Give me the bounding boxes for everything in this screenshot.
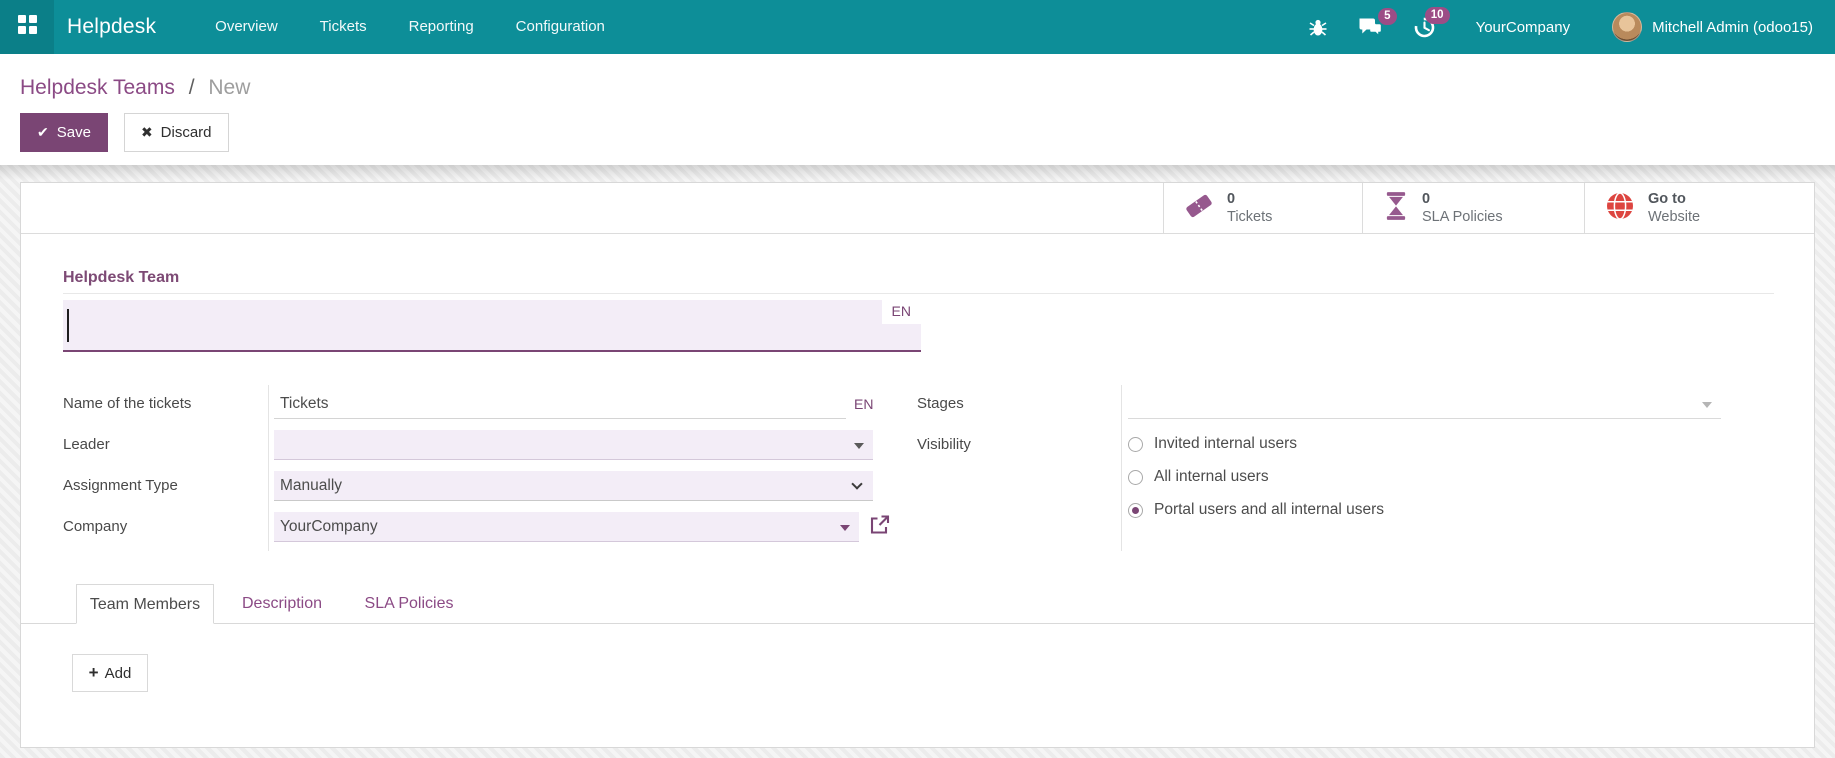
apps-grid-icon <box>18 15 37 39</box>
team-name-input[interactable]: EN <box>63 300 921 352</box>
radio-label: Invited internal users <box>1154 435 1297 453</box>
top-navbar: Helpdesk Overview Tickets Reporting Conf… <box>0 0 1835 54</box>
messages-count-badge: 5 <box>1378 8 1396 26</box>
stat-button-box: 0 Tickets 0 SLA Policies <box>21 183 1814 234</box>
tickets-name-value: Tickets <box>274 395 329 412</box>
tickets-stat-label: Tickets <box>1227 208 1272 226</box>
tab-team-members[interactable]: Team Members <box>76 584 214 624</box>
chevron-down-icon <box>1702 402 1712 408</box>
globe-icon <box>1605 191 1635 226</box>
hourglass-icon <box>1383 191 1409 226</box>
sla-stat-label: SLA Policies <box>1422 208 1503 226</box>
stages-value <box>1128 395 1134 412</box>
chevron-down-icon <box>840 525 850 531</box>
control-panel: Helpdesk Teams / New ✔ Save ✖ Discard <box>0 54 1835 165</box>
breadcrumb-current: New <box>208 76 250 99</box>
menu-tickets[interactable]: Tickets <box>299 0 388 54</box>
navbar-right: 5 10 YourCompany Mitchell Admin (odoo15) <box>1278 12 1835 42</box>
tickets-count: 0 <box>1227 190 1272 208</box>
field-label-visibility: Visibility <box>917 430 1112 460</box>
company-value: YourCompany <box>274 518 378 535</box>
company-switcher[interactable]: YourCompany <box>1476 19 1571 36</box>
label-divider <box>63 293 1774 294</box>
select-chevron-icon <box>851 478 862 489</box>
assignment-type-select[interactable]: Manually <box>274 471 873 501</box>
stat-button-sla-policies[interactable]: 0 SLA Policies <box>1362 183 1584 233</box>
field-label-leader: Leader <box>63 430 263 460</box>
radio-invited-internal-users[interactable]: Invited internal users <box>1128 430 1297 458</box>
tab-sla-policies[interactable]: SLA Policies <box>359 584 459 624</box>
breadcrumb-helpdesk-teams[interactable]: Helpdesk Teams <box>20 76 175 99</box>
field-label-tickets-name: Name of the tickets <box>63 389 263 419</box>
close-icon: ✖ <box>141 124 153 141</box>
company-field[interactable]: YourCompany <box>274 512 859 542</box>
save-button[interactable]: ✔ Save <box>20 113 108 152</box>
translation-badge[interactable]: EN <box>882 300 921 324</box>
stat-button-tickets[interactable]: 0 Tickets <box>1163 183 1362 233</box>
label-column-rule <box>268 385 269 551</box>
activities-count-badge: 10 <box>1425 7 1450 25</box>
radio-label: Portal users and all internal users <box>1154 501 1384 519</box>
user-avatar <box>1612 12 1642 42</box>
leader-value <box>274 436 280 453</box>
user-menu[interactable]: Mitchell Admin (odoo15) <box>1612 12 1813 42</box>
check-icon: ✔ <box>37 124 49 141</box>
tickets-name-translation-badge[interactable]: EN <box>854 389 873 419</box>
leader-field[interactable] <box>274 430 873 460</box>
save-button-label: Save <box>57 124 91 141</box>
discard-button[interactable]: ✖ Discard <box>124 113 229 152</box>
messages-icon[interactable]: 5 <box>1358 17 1383 38</box>
field-label-company: Company <box>63 512 263 542</box>
plus-icon: + <box>89 663 99 683</box>
add-button-label: Add <box>105 665 132 682</box>
menu-reporting[interactable]: Reporting <box>388 0 495 54</box>
radio-all-internal-users[interactable]: All internal users <box>1128 463 1269 491</box>
tickets-name-field[interactable]: Tickets <box>274 389 846 419</box>
discard-button-label: Discard <box>161 124 212 141</box>
chevron-down-icon <box>854 443 864 449</box>
form-view-background: 0 Tickets 0 SLA Policies <box>0 165 1835 758</box>
radio-circle-icon <box>1128 437 1143 452</box>
radio-portal-and-internal-users[interactable]: Portal users and all internal users <box>1128 496 1384 524</box>
stages-field[interactable] <box>1128 389 1721 419</box>
field-label-stages: Stages <box>917 389 1112 419</box>
radio-circle-icon <box>1128 470 1143 485</box>
menu-configuration[interactable]: Configuration <box>495 0 626 54</box>
assignment-type-value: Manually <box>274 477 342 494</box>
website-stat-line1: Go to <box>1648 190 1700 208</box>
menu-overview[interactable]: Overview <box>194 0 299 54</box>
radio-circle-icon <box>1128 503 1143 518</box>
app-title[interactable]: Helpdesk <box>67 15 156 39</box>
sla-count: 0 <box>1422 190 1503 208</box>
field-label-assignment-type: Assignment Type <box>63 471 263 501</box>
stat-button-go-to-website[interactable]: Go to Website <box>1584 183 1814 233</box>
apps-menu-button[interactable] <box>0 0 54 54</box>
label-column-rule <box>1121 385 1122 551</box>
user-name: Mitchell Admin (odoo15) <box>1652 19 1813 36</box>
radio-label: All internal users <box>1154 468 1269 486</box>
external-link-icon[interactable] <box>869 514 890 540</box>
form-sheet: 0 Tickets 0 SLA Policies <box>20 182 1815 748</box>
activities-clock-icon[interactable]: 10 <box>1413 16 1436 39</box>
add-team-member-button[interactable]: + Add <box>72 654 148 692</box>
text-cursor <box>67 309 69 342</box>
control-panel-buttons: ✔ Save ✖ Discard <box>20 113 229 152</box>
main-menu: Overview Tickets Reporting Configuration <box>194 0 626 54</box>
breadcrumb: Helpdesk Teams / New <box>20 76 250 100</box>
ticket-icon <box>1184 191 1214 226</box>
odoo-window: Helpdesk Overview Tickets Reporting Conf… <box>0 0 1835 758</box>
breadcrumb-separator: / <box>189 76 195 99</box>
website-stat-line2: Website <box>1648 208 1700 226</box>
tab-description[interactable]: Description <box>238 584 326 624</box>
debug-bug-icon[interactable] <box>1308 17 1328 37</box>
team-name-label: Helpdesk Team <box>63 269 179 287</box>
